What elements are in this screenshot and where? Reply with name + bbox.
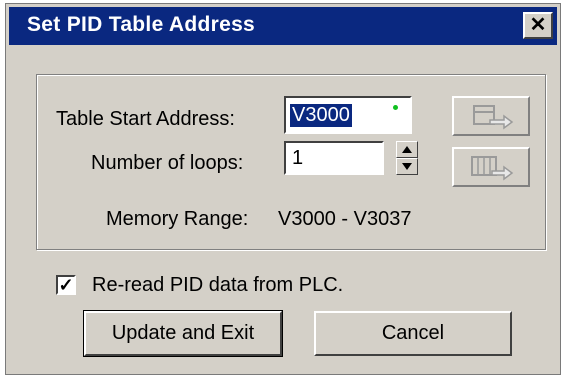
close-button[interactable]: ✕: [523, 12, 553, 39]
dialog-title: Set PID Table Address: [27, 13, 256, 36]
memory-range-label: Memory Range:: [106, 208, 249, 230]
arrow-up-icon: [402, 146, 412, 153]
table-start-address-value: V3000: [290, 104, 352, 127]
table-import-icon: [473, 105, 514, 130]
table-import-button[interactable]: [452, 96, 530, 136]
status-dot-icon: [393, 105, 398, 110]
loops-spinner[interactable]: [396, 141, 418, 175]
number-of-loops-input[interactable]: 1: [284, 141, 384, 175]
reread-pid-label: Re-read PID data from PLC.: [92, 274, 344, 296]
arrow-down-icon: [402, 163, 412, 170]
checkmark-icon: ✓: [58, 275, 74, 295]
table-start-address-input[interactable]: V3000: [284, 96, 412, 134]
title-bar[interactable]: Set PID Table Address ✕: [9, 7, 557, 45]
table-export-button[interactable]: [452, 147, 530, 187]
pid-table-dialog: Set PID Table Address ✕ Table Start Addr…: [5, 3, 561, 375]
spin-down-button[interactable]: [396, 158, 418, 175]
close-icon: ✕: [529, 14, 547, 36]
reread-pid-checkbox[interactable]: ✓: [56, 275, 76, 295]
table-start-address-label: Table Start Address:: [56, 108, 235, 130]
cancel-button[interactable]: Cancel: [314, 311, 512, 356]
table-export-icon: [471, 156, 514, 181]
spin-up-button[interactable]: [396, 141, 418, 158]
memory-range-value: V3000 - V3037: [278, 208, 412, 230]
update-and-exit-button[interactable]: Update and Exit: [83, 310, 283, 357]
number-of-loops-label: Number of loops:: [91, 152, 244, 174]
number-of-loops-value: 1: [292, 147, 304, 169]
